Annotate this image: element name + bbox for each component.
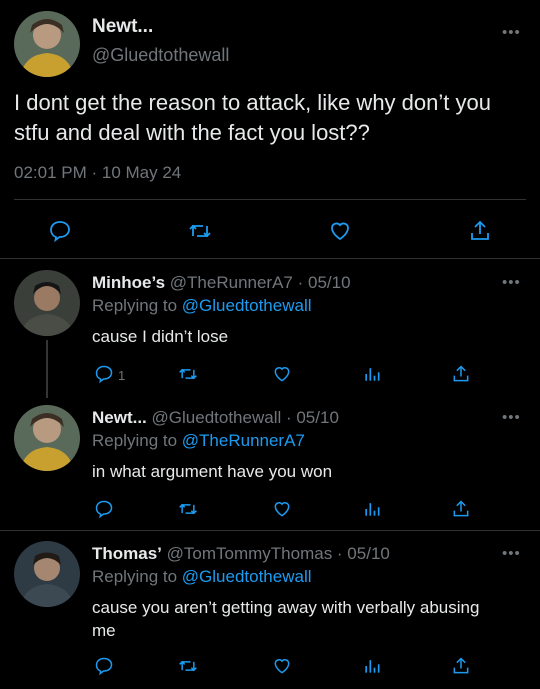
- like-icon[interactable]: [272, 364, 292, 384]
- reply-icon[interactable]: [94, 656, 114, 676]
- analytics-icon[interactable]: [362, 656, 382, 676]
- replying-to: Replying to @Gluedtothewall: [92, 567, 312, 587]
- replying-prefix: Replying to: [92, 431, 182, 450]
- replying-to: Replying to @TheRunnerA7: [92, 431, 305, 451]
- reply-icon[interactable]: [94, 499, 114, 519]
- author-name[interactable]: Thomas’: [92, 544, 162, 563]
- thread-line: [46, 340, 48, 398]
- reply-icon[interactable]: [94, 364, 114, 384]
- author-name[interactable]: Minhoe’s: [92, 273, 165, 292]
- replying-to: Replying to @Gluedtothewall: [92, 296, 312, 316]
- author-meta[interactable]: @Gluedtothewall · 05/10: [152, 408, 339, 427]
- avatar[interactable]: [14, 270, 80, 336]
- divider: [0, 530, 540, 531]
- divider: [0, 258, 540, 259]
- tweet-text: in what argument have you won: [92, 462, 333, 481]
- retweet-icon[interactable]: [178, 499, 198, 519]
- reply-count: 1: [118, 368, 126, 383]
- author-name[interactable]: Newt...: [92, 16, 153, 38]
- replying-prefix: Replying to: [92, 567, 182, 586]
- reply-header: Newt... @Gluedtothewall · 05/10: [92, 408, 339, 428]
- avatar[interactable]: [14, 11, 80, 77]
- avatar[interactable]: [14, 541, 80, 607]
- share-icon[interactable]: [451, 656, 471, 676]
- tweet-text: I dont get the reason to attack, like wh…: [14, 90, 491, 145]
- author-handle[interactable]: @Gluedtothewall: [92, 45, 229, 66]
- more-icon[interactable]: •••: [502, 275, 521, 290]
- reply-icon[interactable]: [48, 219, 72, 243]
- replying-handle[interactable]: @Gluedtothewall: [182, 567, 312, 586]
- share-icon[interactable]: [451, 499, 471, 519]
- like-icon[interactable]: [328, 219, 352, 243]
- tweet-timestamp[interactable]: 02:01 PM · 10 May 24: [14, 163, 181, 183]
- retweet-icon[interactable]: [178, 656, 198, 676]
- analytics-icon[interactable]: [362, 499, 382, 519]
- author-meta[interactable]: @TomTommyThomas · 05/10: [167, 544, 390, 563]
- like-icon[interactable]: [272, 656, 292, 676]
- more-icon[interactable]: •••: [502, 546, 521, 561]
- tweet-text: cause you aren’t getting away with verba…: [92, 598, 480, 640]
- analytics-icon[interactable]: [362, 364, 382, 384]
- share-icon[interactable]: [451, 364, 471, 384]
- author-name[interactable]: Newt...: [92, 408, 147, 427]
- more-icon[interactable]: •••: [502, 410, 521, 425]
- retweet-icon[interactable]: [188, 219, 212, 243]
- replying-prefix: Replying to: [92, 296, 182, 315]
- divider: [14, 199, 526, 200]
- avatar[interactable]: [14, 405, 80, 471]
- replying-handle[interactable]: @TheRunnerA7: [182, 431, 305, 450]
- retweet-icon[interactable]: [178, 364, 198, 384]
- reply-header: Minhoe’s @TheRunnerA7 · 05/10: [92, 273, 351, 293]
- replying-handle[interactable]: @Gluedtothewall: [182, 296, 312, 315]
- reply-header: Thomas’ @TomTommyThomas · 05/10: [92, 544, 390, 564]
- author-meta[interactable]: @TheRunnerA7 · 05/10: [170, 273, 351, 292]
- like-icon[interactable]: [272, 499, 292, 519]
- tweet-text: cause I didn’t lose: [92, 327, 229, 346]
- more-icon[interactable]: •••: [502, 25, 521, 40]
- share-icon[interactable]: [468, 219, 492, 243]
